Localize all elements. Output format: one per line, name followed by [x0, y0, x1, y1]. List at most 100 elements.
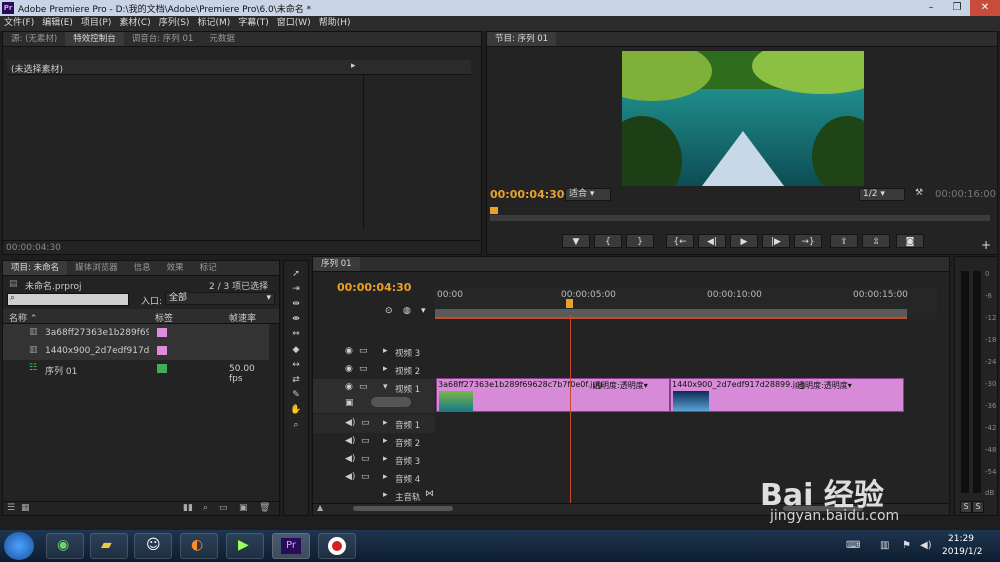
timeline-clip[interactable]: 3a68ff27363e1b289f69628c7b7f0e0f.jpg 透明度…: [436, 378, 670, 412]
clip-effect[interactable]: 透明度:透明度▾: [593, 380, 648, 391]
menu-help[interactable]: 帮助(H): [315, 16, 355, 31]
lock-icon[interactable]: ▭: [359, 346, 368, 356]
zoom-out-icon[interactable]: ▲: [317, 503, 323, 512]
folder-taskbar-icon[interactable]: ▰: [90, 533, 128, 559]
maximize-button[interactable]: ❐: [944, 0, 970, 16]
column-label[interactable]: 标签: [155, 311, 173, 324]
lock-icon[interactable]: ▭: [359, 364, 368, 374]
tab-project[interactable]: 项目: 未命名: [3, 261, 68, 275]
hand-tool-icon[interactable]: ✋: [289, 404, 303, 416]
rolling-edit-tool-icon[interactable]: ⇼: [289, 313, 303, 325]
tab-info[interactable]: 信息: [126, 261, 159, 275]
list-item[interactable]: ▥ 1440x900_2d7edf917d2889: [3, 342, 269, 360]
menu-clip[interactable]: 素材(C): [115, 16, 154, 31]
solo-left-button[interactable]: S: [960, 501, 972, 513]
collapse-arrow-icon[interactable]: ▾: [383, 382, 388, 392]
recorder-taskbar-icon[interactable]: [318, 533, 356, 559]
expand-arrow-icon[interactable]: ▸: [383, 490, 388, 500]
program-scrubber[interactable]: [490, 207, 995, 221]
menu-edit[interactable]: 编辑(E): [38, 16, 77, 31]
track-video-1[interactable]: ◉ ▭ ▾ 视频 1 ▣: [313, 379, 435, 413]
tab-source[interactable]: 源: (无素材): [3, 32, 65, 46]
export-frame-button[interactable]: ◙: [896, 234, 924, 248]
playhead-marker-icon[interactable]: [490, 207, 498, 214]
clock-date[interactable]: 2019/1/2: [942, 547, 982, 557]
lock-icon[interactable]: ▭: [361, 472, 370, 482]
lock-icon[interactable]: ▭: [361, 436, 370, 446]
eye-icon[interactable]: ◉: [345, 382, 353, 392]
selection-tool-icon[interactable]: ➚: [289, 268, 303, 280]
tray-keyboard-icon[interactable]: ⌨: [846, 540, 860, 551]
expand-arrow-icon[interactable]: ▸: [383, 454, 388, 464]
tab-metadata[interactable]: 元数据: [201, 32, 243, 46]
expand-arrow-icon[interactable]: ▸: [383, 418, 388, 428]
program-timecode[interactable]: 00:00:04:30: [490, 188, 564, 201]
column-name[interactable]: 名称 ⌃: [9, 311, 37, 324]
marker-button[interactable]: ▼: [562, 234, 590, 248]
track-video-2[interactable]: ◉ ▭ ▸ 视频 2: [313, 361, 435, 379]
rate-stretch-tool-icon[interactable]: ⇔: [289, 328, 303, 340]
fit-dropdown[interactable]: 适合 ▾: [565, 188, 611, 201]
master-track-icon[interactable]: ⋈: [425, 489, 434, 499]
wrench-icon[interactable]: ⚒: [915, 188, 923, 198]
speaker-icon[interactable]: ◀): [345, 472, 355, 482]
menu-sequence[interactable]: 序列(S): [155, 16, 194, 31]
track-audio-3[interactable]: ◀) ▭ ▸ 音频 3: [313, 451, 435, 469]
tab-media-browser[interactable]: 媒体浏览器: [67, 261, 126, 275]
label-swatch[interactable]: [157, 364, 167, 373]
add-button-icon[interactable]: +: [981, 238, 991, 252]
add-marker-icon[interactable]: ▾: [421, 306, 426, 316]
mark-in-button[interactable]: {: [594, 234, 622, 248]
expand-arrow-icon[interactable]: ▸: [383, 472, 388, 482]
new-item-icon[interactable]: ▣: [239, 503, 248, 513]
new-bin-icon[interactable]: ▭: [219, 503, 228, 513]
link-icon[interactable]: ◍: [403, 306, 411, 316]
timeline-clip[interactable]: 1440x900_2d7edf917d28899.jpg 透明度:透明度▾: [670, 378, 904, 412]
zoom-slider[interactable]: [353, 506, 453, 511]
timeline-timecode[interactable]: 00:00:04:30: [337, 281, 411, 294]
speaker-icon[interactable]: ◀): [345, 454, 355, 464]
track-select-tool-icon[interactable]: ⇥: [289, 283, 303, 295]
icon-view-icon[interactable]: ▦: [21, 503, 30, 513]
tab-audio-mixer[interactable]: 调音台: 序列 01: [124, 32, 202, 46]
column-fps[interactable]: 帧速率: [229, 311, 256, 324]
menu-project[interactable]: 项目(P): [77, 16, 115, 31]
speaker-icon[interactable]: ◀): [345, 418, 355, 428]
menu-title[interactable]: 字幕(T): [234, 16, 273, 31]
player-taskbar-icon[interactable]: ▶: [226, 533, 264, 559]
firefox-taskbar-icon[interactable]: ◐: [180, 533, 218, 559]
lift-button[interactable]: ⇪: [830, 234, 858, 248]
slide-tool-icon[interactable]: ⇄: [289, 374, 303, 386]
list-view-icon[interactable]: ☰: [7, 503, 15, 513]
label-swatch[interactable]: [157, 328, 167, 337]
expand-arrow-icon[interactable]: ▸: [351, 61, 356, 71]
step-back-button[interactable]: ◀|: [698, 234, 726, 248]
automate-icon[interactable]: ▮▮: [183, 503, 193, 513]
tab-program[interactable]: 节目: 序列 01: [487, 32, 557, 46]
track-audio-2[interactable]: ◀) ▭ ▸ 音频 2: [313, 433, 435, 451]
display-style-icon[interactable]: ▣: [345, 398, 354, 408]
pen-tool-icon[interactable]: ✎: [289, 389, 303, 401]
playhead-handle-icon[interactable]: [566, 299, 573, 308]
speaker-icon[interactable]: ◀): [345, 436, 355, 446]
list-item[interactable]: ☷ 序列 01 50.00 fps: [3, 360, 269, 384]
zoom-tool-icon[interactable]: ⌕: [289, 419, 303, 431]
keyframe-nav[interactable]: [371, 397, 411, 407]
track-video-3[interactable]: ◉ ▭ ▸ 视频 3: [313, 343, 435, 361]
menu-marker[interactable]: 标记(M): [193, 16, 234, 31]
razor-tool-icon[interactable]: ◆: [289, 344, 303, 356]
work-area-bar[interactable]: [435, 309, 907, 319]
expand-arrow-icon[interactable]: ▸: [383, 364, 388, 374]
ripple-edit-tool-icon[interactable]: ⇹: [289, 298, 303, 310]
time-ruler[interactable]: 00:00 00:00:05:00 00:00:10:00 00:00:15:0…: [435, 287, 937, 319]
tab-effect-controls[interactable]: 特效控制台: [65, 32, 124, 46]
menu-window[interactable]: 窗口(W): [273, 16, 315, 31]
step-forward-button[interactable]: |▶: [762, 234, 790, 248]
solo-right-button[interactable]: S: [972, 501, 984, 513]
minimize-button[interactable]: –: [918, 0, 944, 16]
qq-taskbar-icon[interactable]: ☺: [134, 533, 172, 559]
browser-taskbar-icon[interactable]: ◉: [46, 533, 84, 559]
eye-icon[interactable]: ◉: [345, 346, 353, 356]
mark-out-button[interactable]: }: [626, 234, 654, 248]
find-icon[interactable]: ⌕: [203, 503, 208, 513]
